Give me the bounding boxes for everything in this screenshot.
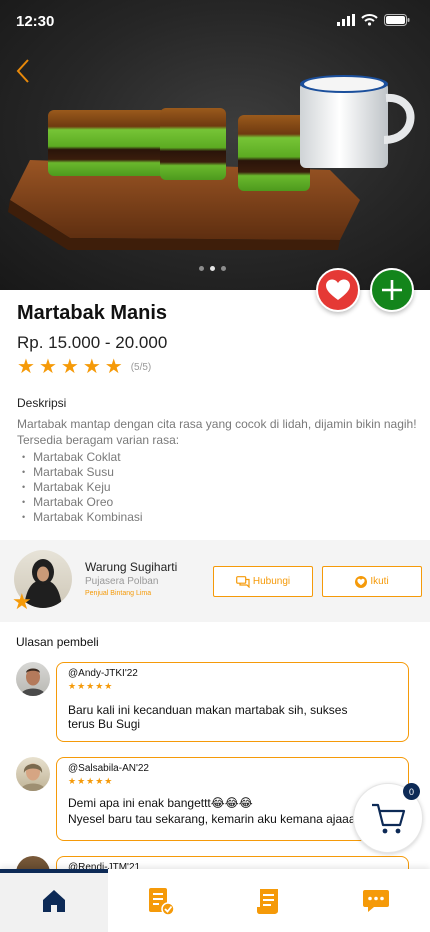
rating-text: (5/5) <box>130 361 152 373</box>
review-text: Demi apa ini enak bangettt😂😂😂 Nyesel bar… <box>68 796 400 826</box>
star-icon: ★ <box>82 356 101 378</box>
reviewer-avatar[interactable] <box>16 662 50 696</box>
reviews-title: Ulasan pembeli <box>16 635 99 649</box>
description-text: Martabak mantap dengan cita rasa yang co… <box>17 416 417 448</box>
status-time: 12:30 <box>16 13 55 30</box>
review-line: Baru kali ini kecanduan makan martabak s… <box>68 703 348 717</box>
signal-icon <box>337 14 355 26</box>
heart-icon <box>326 279 350 300</box>
shop-name[interactable]: Warung Sugiharti <box>85 560 177 574</box>
star-icon: ★ <box>38 356 57 378</box>
shop-location: Pujasera Polban <box>85 576 159 587</box>
variant-item: Martabak Susu <box>22 465 143 480</box>
nav-receipt[interactable] <box>215 869 323 932</box>
favorite-button[interactable] <box>316 268 360 312</box>
variant-item: Martabak Keju <box>22 480 143 495</box>
pager-dot[interactable] <box>221 266 226 271</box>
wifi-icon <box>361 14 378 26</box>
shop-card: ★ Warung Sugiharti Pujasera Polban Penju… <box>0 540 430 622</box>
variant-item: Martabak Coklat <box>22 450 143 465</box>
orders-icon <box>149 887 175 916</box>
receipt-icon <box>256 888 278 914</box>
review-line: Demi apa ini enak bangettt😂😂😂 <box>68 796 253 810</box>
shop-tier: Penjual Bintang Lima <box>85 590 152 597</box>
bottom-nav <box>0 869 430 932</box>
product-price: Rp. 15.000 - 20.000 <box>17 333 168 352</box>
variant-list: Martabak Coklat Martabak Susu Martabak K… <box>22 450 143 525</box>
reviewer-name: @Andy-JTKI'22 <box>68 668 138 679</box>
variant-item: Martabak Kombinasi <box>22 510 142 525</box>
review-card: @Andy-JTKI'22 ★★★★★ Baru kali ini kecand… <box>56 662 409 742</box>
review-text: Baru kali ini kecanduan makan martabak s… <box>68 703 400 731</box>
description-title: Deskripsi <box>17 396 67 410</box>
home-icon <box>42 889 65 912</box>
person-avatar-icon <box>20 668 46 696</box>
seller-star-badge-icon: ★ <box>12 589 32 614</box>
nav-chat[interactable] <box>323 869 430 932</box>
product-name: Martabak Manis <box>17 302 168 324</box>
follow-label: Ikuti <box>370 576 389 587</box>
product-hero: 12:30 <box>0 0 430 290</box>
back-button[interactable] <box>12 56 38 86</box>
product-rating: ★ ★ ★ ★ ★ (5/5) <box>17 357 151 377</box>
chat-icon <box>363 889 390 912</box>
nav-home[interactable] <box>0 869 108 932</box>
review-line: Nyesel baru tau sekarang, kemarin aku ke… <box>68 812 363 826</box>
add-button[interactable] <box>370 268 414 312</box>
description-line: Martabak mantap dengan cita rasa yang co… <box>17 417 417 431</box>
contact-button[interactable]: Hubungi <box>213 566 313 597</box>
review-stars: ★★★★★ <box>68 776 114 786</box>
cart-icon <box>372 803 406 834</box>
nav-orders[interactable] <box>108 869 216 932</box>
status-icons <box>337 14 410 26</box>
image-pager <box>199 266 226 271</box>
person-avatar-icon <box>20 763 46 791</box>
star-icon: ★ <box>17 356 35 378</box>
plus-icon <box>382 280 402 300</box>
chevron-left-icon <box>16 59 29 83</box>
reviewer-name: @Salsabila-AN'22 <box>68 763 149 774</box>
variant-item: Martabak Oreo <box>22 495 143 510</box>
battery-icon <box>384 14 410 26</box>
follow-button[interactable]: Ikuti <box>322 566 422 597</box>
description-line: Tersedia beragam varian rasa: <box>17 433 180 447</box>
cart-count-badge: 0 <box>403 783 420 800</box>
status-bar: 12:30 <box>0 0 430 44</box>
star-icon: ★ <box>104 356 123 378</box>
pager-dot[interactable] <box>199 266 204 271</box>
contact-label: Hubungi <box>252 576 291 587</box>
reviewer-avatar[interactable] <box>16 757 50 791</box>
review-line: terus Bu Sugi <box>68 717 141 731</box>
heart-circle-icon <box>355 575 368 588</box>
chat-bubbles-icon <box>235 575 250 588</box>
star-icon: ★ <box>60 356 79 378</box>
review-stars: ★★★★★ <box>68 681 114 691</box>
pager-dot-active[interactable] <box>210 266 215 271</box>
